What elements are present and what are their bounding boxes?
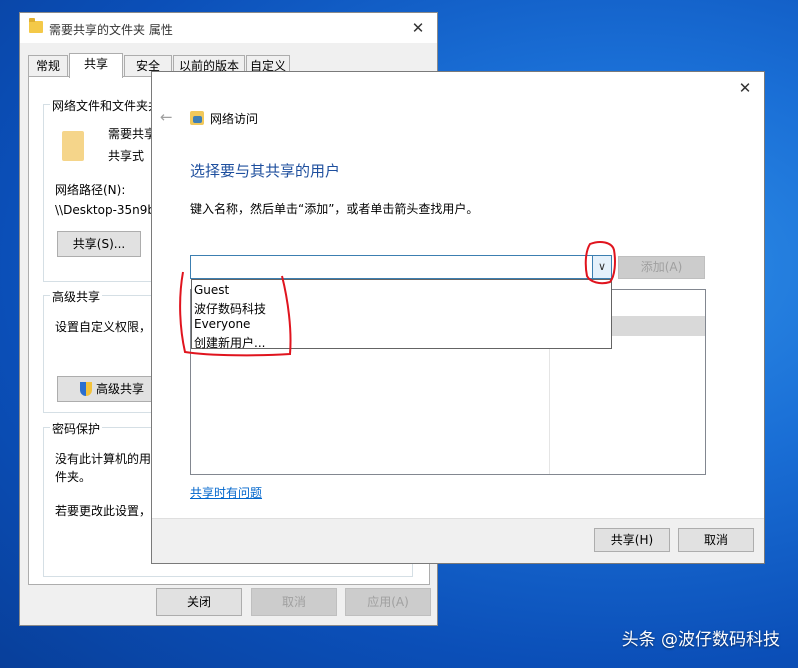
back-arrow-icon[interactable]: ←: [160, 108, 173, 126]
folder-icon: [29, 18, 43, 33]
network-path-value: \\Desktop-35n9b: [55, 203, 156, 217]
watermark-text: 头条 @波仔数码科技: [621, 630, 780, 650]
dialog-cancel-button[interactable]: 取消: [678, 528, 754, 552]
chevron-down-icon: ∨: [597, 260, 607, 273]
advanced-sharing-label: 高级共享: [50, 288, 103, 305]
share-button[interactable]: 共享(S)...: [57, 231, 141, 257]
apply-button[interactable]: 应用(A): [345, 588, 431, 616]
properties-title: 需要共享的文件夹 属性: [49, 23, 173, 37]
dropdown-item-create-user[interactable]: 创建新用户...: [194, 334, 265, 351]
shared-folder-icon: [62, 131, 84, 161]
advanced-sharing-button-label: 高级共享: [96, 382, 145, 396]
share-status: 共享式: [108, 149, 145, 163]
dialog-close-icon[interactable]: ✕: [732, 77, 758, 99]
dropdown-arrow-button[interactable]: ∨: [592, 255, 612, 279]
user-dropdown-list: Guest 波仔数码科技 Everyone 创建新用户...: [191, 279, 612, 351]
properties-close-icon[interactable]: ✕: [405, 17, 431, 39]
advanced-sharing-text: 设置自定义权限，: [55, 320, 152, 334]
dialog-instruction: 键入名称，然后单击“添加”，或者单击箭头查找用户。: [190, 202, 479, 216]
dialog-footer: 共享(H) 取消: [152, 518, 764, 563]
user-name-combobox[interactable]: ∨: [190, 255, 612, 279]
dropdown-item-everyone[interactable]: Everyone: [194, 317, 250, 331]
add-button[interactable]: 添加(A): [618, 256, 705, 279]
dropdown-item-bozai[interactable]: 波仔数码科技: [194, 300, 266, 317]
sharing-help-link[interactable]: 共享时有问题: [190, 484, 262, 501]
uac-shield-icon: [80, 382, 92, 396]
close-button[interactable]: 关闭: [156, 588, 242, 616]
properties-titlebar: 需要共享的文件夹 属性 ✕: [20, 13, 437, 43]
network-users-icon: [190, 111, 204, 125]
network-sharing-label: 网络文件和文件夹共: [50, 97, 163, 114]
share-confirm-button[interactable]: 共享(H): [594, 528, 670, 552]
password-text-line1: 没有此计算机的用: [55, 452, 152, 466]
dropdown-item-guest[interactable]: Guest: [194, 283, 229, 297]
password-protection-label: 密码保护: [50, 420, 103, 437]
network-access-dialog: ✕ ← 网络访问 选择要与其共享的用户 键入名称，然后单击“添加”，或者单击箭头…: [151, 71, 765, 564]
folder-name: 需要共享: [108, 127, 157, 141]
dialog-heading: 选择要与其共享的用户: [190, 162, 341, 180]
tab-sharing[interactable]: 共享: [69, 53, 123, 78]
password-text-line2: 件夹。: [55, 470, 92, 484]
props-cancel-button[interactable]: 取消: [251, 588, 337, 616]
network-path-label: 网络路径(N):: [55, 183, 126, 197]
tab-general[interactable]: 常规: [28, 55, 68, 76]
password-text-line3: 若要更改此设置，: [55, 504, 152, 518]
dialog-title: 网络访问: [210, 112, 259, 126]
